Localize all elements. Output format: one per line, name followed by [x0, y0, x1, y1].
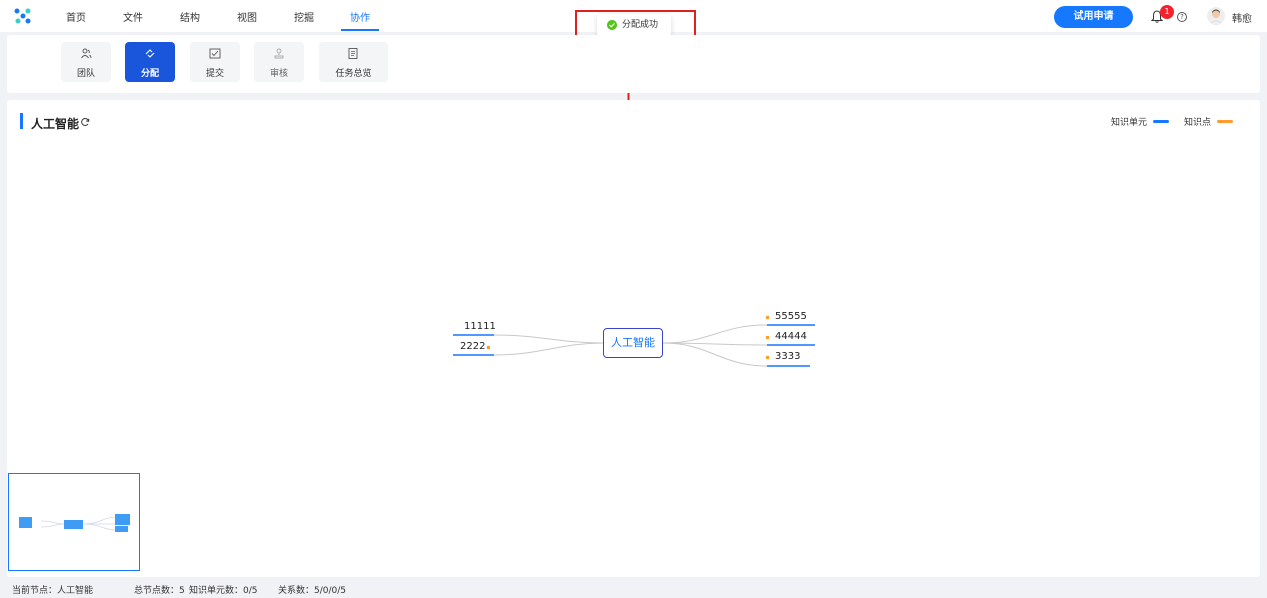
- mindmap-node-44444[interactable]: 44444: [775, 331, 807, 342]
- status-bar: 当前节点：人工智能 总节点数：5 知识单元数：0/5 关系数：5/0/0/5: [0, 578, 1267, 598]
- minimap[interactable]: [8, 473, 140, 571]
- mindmap-root-node[interactable]: 人工智能: [603, 328, 663, 358]
- status-knowledge-units: 知识单元数：0/5: [189, 586, 258, 596]
- mindmap-node-55555[interactable]: 55555: [775, 311, 807, 322]
- status-relations: 关系数：5/0/0/5: [278, 586, 347, 596]
- status-current-node: 当前节点：人工智能: [12, 586, 94, 596]
- mindmap-connectors: [453, 316, 815, 367]
- mindmap-node-11111[interactable]: 11111: [464, 321, 496, 332]
- mindmap-node-2222[interactable]: 2222: [460, 341, 485, 352]
- status-total-nodes: 总节点数：5: [134, 586, 185, 596]
- mindmap-node-3333[interactable]: 3333: [775, 351, 800, 362]
